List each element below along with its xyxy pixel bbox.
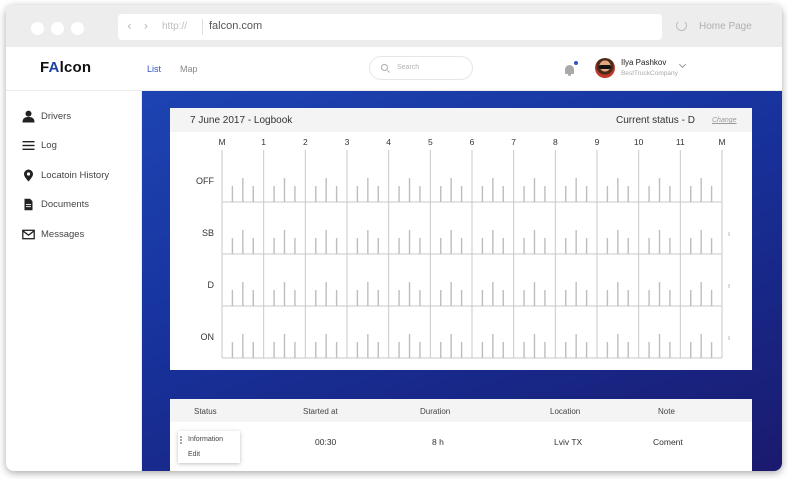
change-status-link[interactable]: Change [712,117,737,124]
sidebar-item-log[interactable]: Log [22,138,140,154]
app-header: FAlcon List Map Search Ilya Pashkov Best… [6,47,782,91]
hour-label: 1 [261,137,266,147]
menu-item-edit[interactable]: Edit [188,451,200,458]
current-status: Current status - D [616,115,695,126]
hour-label: 8 [553,137,558,147]
cell-started-at: 00:30 [315,437,337,447]
column-header-started-at[interactable]: Started at [303,407,338,416]
sidebar-item-label: Drivers [41,111,72,122]
user-company: BestTruckCompany [621,70,678,77]
url-text[interactable]: falcon.com [209,20,262,32]
cell-note: Coment [653,437,683,447]
more-options-icon[interactable] [180,436,182,438]
chevron-down-icon[interactable] [678,60,687,69]
column-header-status[interactable]: Status [194,407,217,416]
row-label: SB [202,228,214,238]
sidebar-item-documents[interactable]: Documents [22,197,140,213]
hour-label: 4 [386,137,391,147]
tab-map[interactable]: Map [180,64,198,74]
browser-toolbar: ‹ › http:// falcon.com Home Page [6,5,782,47]
hour-label: M [218,137,225,147]
bell-icon[interactable] [565,65,574,76]
sidebar-item-messages[interactable]: Messages [22,227,140,243]
logo-suffix: lcon [59,59,92,76]
sidebar-item-drivers[interactable]: Drivers [22,109,140,125]
map-pin-icon [24,169,33,182]
back-forward-icon[interactable]: ‹ › [127,19,152,33]
menu-icon [22,141,35,150]
hour-label: M [718,137,725,147]
main-content: 7 June 2017 - Logbook Current status - D… [142,91,782,471]
table-header: Status Started at Duration Location Note [170,399,752,422]
logo-prefix: F [40,59,49,76]
hour-label: 2 [303,137,308,147]
address-bar[interactable]: ‹ › http:// falcon.com [118,14,662,40]
user-name[interactable]: Ilya Pashkov [621,58,666,67]
notification-dot [574,61,578,65]
search-placeholder: Search [397,64,420,71]
reload-icon[interactable] [676,20,687,31]
sidebar-item-label: Log [41,140,57,151]
tab-list[interactable]: List [147,64,161,74]
row-label: OFF [196,176,214,186]
status-table: Status Started at Duration Location Note… [170,399,752,471]
sidebar-item-label: Locatoin History [41,170,110,181]
sidebar-item-label: Documents [41,199,90,210]
browser-window: ‹ › http:// falcon.com Home Page FAlcon … [6,5,782,471]
sidebar: Drivers Log Locatoin History Documents M… [6,91,142,471]
cell-duration: 8 h [432,437,444,447]
column-header-note[interactable]: Note [658,407,675,416]
logo-accent: A [48,59,60,76]
search-icon [381,64,388,71]
column-header-location[interactable]: Location [550,407,580,416]
home-page-link[interactable]: Home Page [699,21,752,32]
window-minimize-dot[interactable] [51,22,64,35]
logbook-card: 7 June 2017 - Logbook Current status - D… [170,108,752,370]
hour-label: 10 [634,137,644,147]
falcon-logo[interactable]: FAlcon [40,59,91,76]
row-label: ON [201,332,215,342]
window-maximize-dot[interactable] [71,22,84,35]
document-icon [24,198,33,211]
mail-icon [22,229,35,240]
hour-label: 6 [470,137,475,147]
url-divider [202,19,203,35]
row-label: D [208,280,215,290]
hour-label: 7 [511,137,516,147]
hour-label: 3 [345,137,350,147]
logbook-grid[interactable]: M 1 2 3 4 5 6 7 8 9 10 11 M OFF SB D ON [170,134,752,370]
menu-item-information[interactable]: Information [188,436,223,443]
search-input[interactable]: Search [369,56,473,80]
hour-label: 11 [676,137,685,147]
sidebar-item-label: Messages [41,229,85,240]
avatar[interactable] [595,58,615,78]
window-close-dot[interactable] [31,22,44,35]
cell-location: Lviv TX [554,437,583,447]
logbook-title: 7 June 2017 - Logbook [190,115,293,126]
hour-label: 5 [428,137,433,147]
url-protocol: http:// [162,21,188,32]
column-header-duration[interactable]: Duration [420,407,450,416]
row-context-menu: Information Edit [178,431,240,463]
user-icon [22,110,35,123]
logbook-header: 7 June 2017 - Logbook Current status - D… [170,108,752,132]
hour-label: 9 [595,137,600,147]
sidebar-item-location-history[interactable]: Locatoin History [22,168,140,184]
